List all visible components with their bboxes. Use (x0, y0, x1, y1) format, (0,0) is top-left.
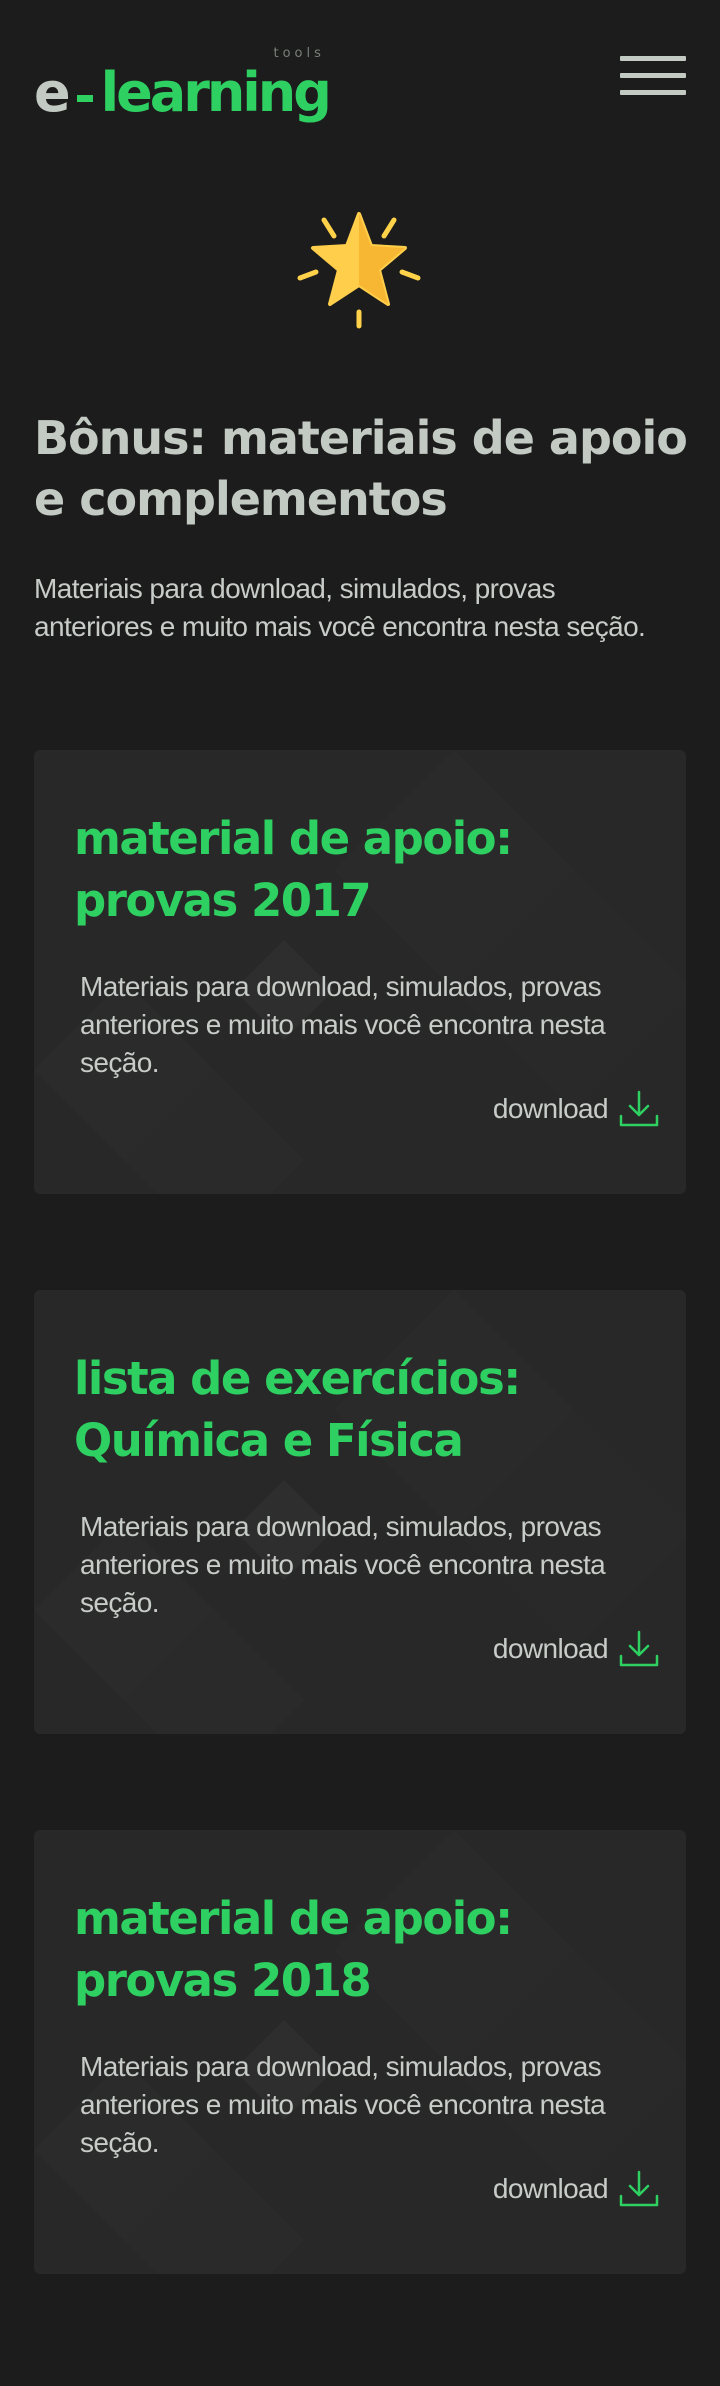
download-icon (619, 1090, 659, 1127)
download-button[interactable]: download (493, 2164, 660, 2214)
page-title: Bônus: materiais de apoio e complementos (34, 411, 688, 526)
download-icon (619, 1630, 659, 1667)
star-icon (296, 208, 422, 334)
logo-dash (76, 95, 93, 102)
resource-card: lista de exercícios: Química e Física Ma… (34, 1290, 686, 1734)
card-title: lista de exercícios: Química e Física (74, 1352, 521, 1467)
card-description: Materiais para download, simulados, prov… (80, 971, 606, 1078)
logo-tools: tools (273, 46, 325, 61)
logo-letter: e (34, 61, 71, 124)
download-label: download (492, 1093, 609, 1124)
card-description: Materiais para download, simulados, prov… (80, 2051, 606, 2158)
download-button[interactable]: download (493, 1624, 660, 1674)
download-label: download (492, 1633, 609, 1664)
page: e learning tools Bônus: materiais de apo… (0, 0, 720, 2386)
card-title: material de apoio: provas 2017 (74, 812, 513, 927)
menu-bar (620, 73, 686, 78)
download-icon (619, 2170, 659, 2207)
menu-bar (620, 90, 686, 95)
card-description: Materiais para download, simulados, prov… (80, 1511, 606, 1618)
logo[interactable]: e learning tools (34, 40, 332, 124)
resource-card: material de apoio: provas 2017 Materiais… (34, 750, 686, 1194)
resource-card: material de apoio: provas 2018 Materiais… (34, 1830, 686, 2274)
site-header: e learning tools (0, 0, 720, 150)
page-description: Materiais para download, simulados, prov… (34, 573, 646, 642)
download-label: download (492, 2173, 609, 2204)
hamburger-menu-icon[interactable] (620, 56, 686, 98)
menu-bar (620, 56, 686, 61)
download-button[interactable]: download (493, 1084, 660, 1134)
card-title: material de apoio: provas 2018 (74, 1892, 513, 2007)
logo-wordmark: learning (100, 61, 332, 124)
